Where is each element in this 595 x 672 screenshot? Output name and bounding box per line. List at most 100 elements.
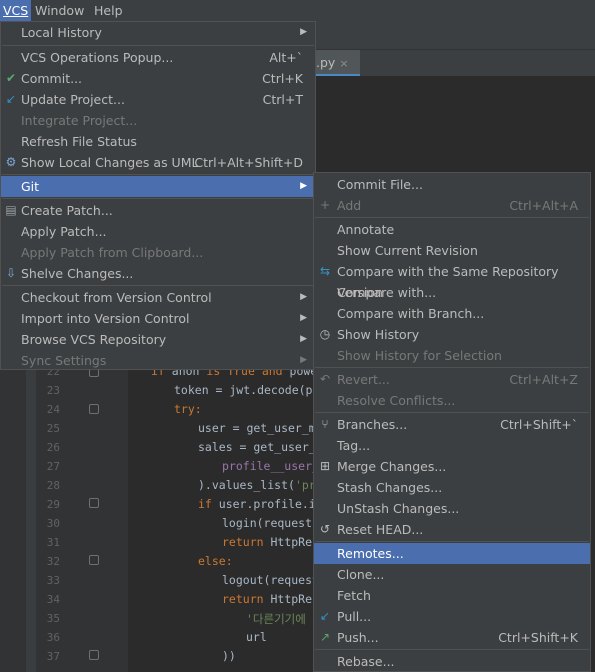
code-line: logout(request) [222,573,326,587]
uml-icon: ⚙ [5,155,17,169]
line-number: 23 [46,384,60,397]
reset-icon: ↺ [319,522,331,536]
line-number: 32 [46,555,60,568]
code-line: try: [174,402,202,416]
menu-item-show-history-selection: Show History for Selection [337,348,502,363]
menu-separator [315,541,589,542]
code-line: token = jwt.decode(powe [174,383,334,397]
menu-item-show-current-revision[interactable]: Show Current Revision [314,240,590,261]
code-line: if user.profile.in_ [198,497,330,511]
menu-item-add: + Add Ctrl+Alt+A [314,195,590,216]
menu-help[interactable]: Help [91,0,126,21]
menu-item-local-history[interactable]: Local History ▶ [1,22,315,43]
menu-item-compare-with[interactable]: Compare with... [314,282,590,303]
menu-separator [315,217,589,218]
menu-item-tag[interactable]: Tag... [314,435,590,456]
menu-item-shelve-changes[interactable]: ⇩ Shelve Changes... [1,263,315,284]
menu-item-fetch[interactable]: Fetch [314,585,590,606]
menu-item-integrate-project: Integrate Project... [21,113,138,128]
plus-icon: + [319,198,331,212]
submenu-arrow-icon: ▶ [300,313,307,323]
close-icon[interactable]: × [339,57,348,70]
menu-item-stash-changes[interactable]: Stash Changes... [314,477,590,498]
menu-item-git[interactable]: Git ▶ [1,176,315,197]
line-number: 30 [46,517,60,530]
pull-arrow-icon: ↙ [319,609,331,623]
git-submenu: Commit File... + Add Ctrl+Alt+A Annotate S… [313,172,591,672]
menu-item-show-uml[interactable]: ⚙ Show Local Changes as UML Ctrl+Alt+Shift… [1,152,315,173]
menu-item-clone[interactable]: Clone... [314,564,590,585]
checkmark-icon: ✔ [5,71,17,85]
menu-bar: VCS Window Help [0,0,595,21]
menu-item-remotes[interactable]: Remotes... [314,543,590,564]
menu-item-refresh-status[interactable]: Refresh File Status [1,131,315,152]
line-number: 26 [46,441,60,454]
push-arrow-icon: ↗ [319,630,331,644]
menu-item-rebase[interactable]: Rebase... [314,651,590,672]
line-number: 31 [46,536,60,549]
line-number: 27 [46,460,60,473]
menu-item-annotate[interactable]: Annotate [314,219,590,240]
project-scrollbar[interactable] [26,360,36,672]
code-line: else: [198,554,233,568]
submenu-arrow-icon: ▶ [300,181,307,191]
menu-separator [2,285,314,286]
line-number: 33 [46,574,60,587]
menu-item-revert: ↶ Revert... Ctrl+Alt+Z [314,369,590,390]
code-line: profile__user_a [222,459,326,473]
code-line: url [246,630,267,644]
menu-item-checkout[interactable]: Checkout from Version Control ▶ [1,287,315,308]
patch-icon: ▤ [5,203,17,217]
menu-item-compare-same-version[interactable]: ⇆ Compare with the Same Repository Versio… [314,261,590,300]
fold-marker[interactable] [89,404,99,414]
menu-window[interactable]: Window [32,0,87,21]
menu-item-show-history[interactable]: ◷ Show History [314,324,590,345]
menu-separator [2,174,314,175]
menu-item-commit[interactable]: ✔ Commit... Ctrl+K [1,68,315,89]
code-line: login(request, [222,516,319,530]
menu-separator [315,649,589,650]
menu-item-sync-settings: Sync Settings ▶ [1,350,315,371]
line-number: 24 [46,403,60,416]
menu-item-browse-repo[interactable]: Browse VCS Repository ▶ [1,329,315,350]
menu-item-ops-popup[interactable]: VCS Operations Popup... Alt+` [1,47,315,68]
menu-item-merge-changes[interactable]: ⊞ Merge Changes... [314,456,590,477]
code-line: return HttpResp [222,535,326,549]
compare-arrows-icon: ⇆ [319,264,331,278]
line-number: 29 [46,498,60,511]
menu-item-resolve-conflicts: Resolve Conflicts... [337,393,456,408]
menu-item-commit-file[interactable]: Commit File... [314,174,590,195]
clock-icon: ◷ [319,327,331,341]
branch-icon: ⑂ [321,417,329,431]
code-line: ).values_list('prof [198,478,330,492]
editor-tab[interactable]: .py × [312,50,360,76]
code-line: '다른기기에 [246,612,306,626]
menu-item-apply-patch[interactable]: Apply Patch... [1,221,315,242]
fold-marker[interactable] [89,498,99,508]
line-number: 25 [46,422,60,435]
menu-item-branches[interactable]: ⑂ Branches... Ctrl+Shift+` [314,414,590,435]
menu-item-update-project[interactable]: ↙ Update Project... Ctrl+T [1,89,315,110]
line-number: 37 [46,650,60,663]
shelve-icon: ⇩ [5,266,17,280]
code-line: return HttpResp [222,592,326,606]
submenu-arrow-icon: ▶ [300,334,307,344]
menu-item-create-patch[interactable]: ▤ Create Patch... [1,200,315,221]
menu-item-reset-head[interactable]: ↺ Reset HEAD... [314,519,590,540]
menu-item-compare-branch[interactable]: Compare with Branch... [314,303,590,324]
menu-item-apply-patch-clipboard: Apply Patch from Clipboard... [21,245,204,260]
menu-item-push[interactable]: ↗ Push... Ctrl+Shift+K [314,627,590,648]
menu-vcs[interactable]: VCS [0,0,32,21]
menu-item-pull[interactable]: ↙ Pull... [314,606,590,627]
vcs-menu: Local History ▶ VCS Operations Popup... Al… [0,21,316,370]
fold-marker[interactable] [89,650,99,660]
menu-separator [315,367,589,368]
menu-item-unstash-changes[interactable]: UnStash Changes... [314,498,590,519]
update-arrow-icon: ↙ [5,92,17,106]
fold-marker[interactable] [89,555,99,565]
menu-item-import[interactable]: Import into Version Control ▶ [1,308,315,329]
line-number: 28 [46,479,60,492]
revert-icon: ↶ [319,372,331,386]
menu-separator [2,45,314,46]
code-line: sales = get_user_mo [198,440,330,454]
